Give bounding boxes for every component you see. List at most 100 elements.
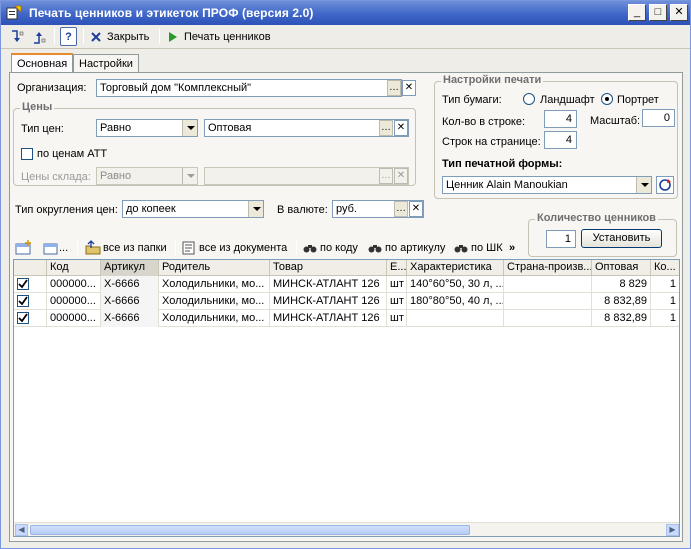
col-price-header[interactable]: Оптовая [592, 260, 651, 276]
price-type-clear-button[interactable]: ✕ [394, 120, 408, 136]
characteristic-cell: 140°60°50, 30 л, ... [407, 276, 504, 293]
warehouse-clear-button[interactable]: ✕ [394, 168, 408, 184]
tab-main[interactable]: Основная [11, 53, 73, 73]
print-settings-title: Настройки печати [441, 74, 544, 86]
warehouse-mode-dropdown[interactable] [182, 168, 197, 184]
col-unit-header[interactable]: Е... [387, 260, 407, 276]
col-product-header[interactable]: Товар [270, 260, 387, 276]
col-country-header[interactable]: Страна-произв... [504, 260, 592, 276]
col-code-header[interactable]: Код [47, 260, 101, 276]
clear-icon: ✕ [396, 170, 406, 181]
close-icon [91, 31, 101, 42]
maximize-button[interactable]: □ [649, 4, 667, 21]
folder-icon [85, 239, 101, 254]
close-button[interactable]: Закрыть [89, 27, 149, 46]
scale-input[interactable]: 0 [642, 109, 675, 127]
characteristic-cell: 180°80°50, 40 л, ... [407, 293, 504, 310]
toolbar-divider [1, 48, 690, 49]
table-row[interactable]: 000000... Х-6666 Холодильники, мо... МИН… [14, 310, 679, 327]
grid-toolbar-separator [296, 239, 297, 255]
form-type-label: Тип печатной формы: [442, 158, 563, 170]
warehouse-select-button[interactable]: … [379, 168, 393, 184]
checkmark-icon [18, 279, 28, 289]
col-characteristic-header[interactable]: Характеристика [407, 260, 504, 276]
currency-clear-button[interactable]: ✕ [409, 201, 423, 217]
price-type-select-button[interactable]: … [379, 120, 393, 136]
tab-settings[interactable]: Настройки [73, 54, 139, 72]
per-page-input[interactable]: 4 [544, 131, 577, 149]
col-article-header[interactable]: Артикул [101, 260, 159, 276]
form-type-select[interactable]: Ценник Alain Manoukian [442, 176, 652, 194]
landscape-radio[interactable] [523, 93, 535, 105]
binoculars-icon [368, 244, 382, 252]
per-page-label: Строк на странице: [442, 136, 541, 148]
arrow-down-icon [12, 29, 24, 42]
add-rows-menu-button[interactable]: ... [43, 238, 68, 257]
org-select-button[interactable]: … [387, 80, 401, 96]
app-icon [6, 5, 22, 21]
items-table: Код Артикул Родитель Товар Е... Характер… [13, 259, 680, 537]
per-row-label: Кол-во в строке: [442, 116, 526, 128]
move-up-button[interactable] [31, 27, 47, 46]
col-check-header[interactable] [14, 260, 47, 276]
find-by-barcode-button[interactable]: по ШК [454, 238, 503, 257]
rounding-select[interactable]: до копеек [122, 200, 264, 218]
paper-type-label: Тип бумаги: [442, 94, 502, 106]
row-check-cell [14, 293, 47, 310]
portrait-radio[interactable] [601, 93, 613, 105]
find-by-code-button[interactable]: по коду [303, 238, 358, 257]
horizontal-scrollbar[interactable]: ◀ ▶ [14, 522, 679, 536]
more-tools-button[interactable]: » [509, 238, 515, 257]
price-cell: 8 832,89 [592, 293, 651, 310]
row-checkbox[interactable] [17, 312, 29, 324]
row-checkbox[interactable] [17, 295, 29, 307]
scroll-left-icon[interactable]: ◀ [15, 524, 28, 536]
find-by-article-button[interactable]: по артикулу [368, 238, 445, 257]
article-cell: Х-6666 [101, 293, 159, 310]
att-prices-label: по ценам АТТ [37, 148, 108, 160]
form-type-dropdown[interactable] [636, 177, 651, 193]
all-from-folder-label: все из папки [103, 241, 167, 254]
code-cell: 000000... [47, 276, 101, 293]
grid-toolbar: ... все из папки все из документа по код… [15, 237, 665, 257]
main-window: Печать ценников и этикеток ПРОФ (версия … [0, 0, 691, 549]
qty-cell: 1 [651, 310, 679, 327]
per-row-input[interactable]: 4 [544, 110, 577, 128]
prices-group-title: Цены [20, 101, 55, 113]
table-header: Код Артикул Родитель Товар Е... Характер… [14, 260, 679, 276]
all-from-folder-button[interactable]: все из папки [85, 238, 167, 257]
clear-icon: ✕ [396, 122, 406, 133]
grid-toolbar-separator [175, 239, 176, 255]
form-type-refresh-button[interactable] [656, 176, 674, 194]
price-type-mode-dropdown[interactable] [182, 120, 197, 136]
scroll-thumb[interactable] [30, 525, 470, 535]
refresh-icon [659, 179, 671, 191]
all-from-document-button[interactable]: все из документа [181, 238, 287, 257]
all-from-document-label: все из документа [199, 241, 288, 254]
table-row[interactable]: 000000... Х-6666 Холодильники, мо... МИН… [14, 293, 679, 310]
country-cell [504, 276, 592, 293]
col-qty-header[interactable]: Ко... [651, 260, 679, 276]
table-row[interactable]: 000000... Х-6666 Холодильники, мо... МИН… [14, 276, 679, 293]
landscape-label: Ландшафт [540, 94, 595, 106]
help-button[interactable]: ? [60, 27, 77, 46]
scroll-right-icon[interactable]: ▶ [666, 524, 679, 536]
org-clear-button[interactable]: ✕ [402, 80, 416, 96]
toolbar-separator [159, 28, 160, 44]
qty-cell: 1 [651, 276, 679, 293]
close-window-button[interactable]: ✕ [670, 4, 688, 21]
print-button[interactable]: Печать ценников [167, 27, 271, 46]
minimize-button[interactable]: _ [628, 4, 646, 21]
rounding-label: Тип округления цен: [15, 204, 118, 216]
rounding-dropdown[interactable] [248, 201, 263, 217]
scale-label: Масштаб: [590, 115, 641, 127]
move-down-button[interactable] [9, 27, 25, 46]
col-parent-header[interactable]: Родитель [159, 260, 270, 276]
toolbar: ? Закрыть Печать ценников [3, 26, 689, 47]
att-prices-checkbox[interactable] [21, 148, 33, 160]
org-field[interactable]: Торговый дом "Комплексный" [96, 79, 402, 97]
add-row-button[interactable] [15, 238, 33, 257]
row-check-cell [14, 310, 47, 327]
currency-select-button[interactable]: … [394, 201, 408, 217]
row-checkbox[interactable] [17, 278, 29, 290]
